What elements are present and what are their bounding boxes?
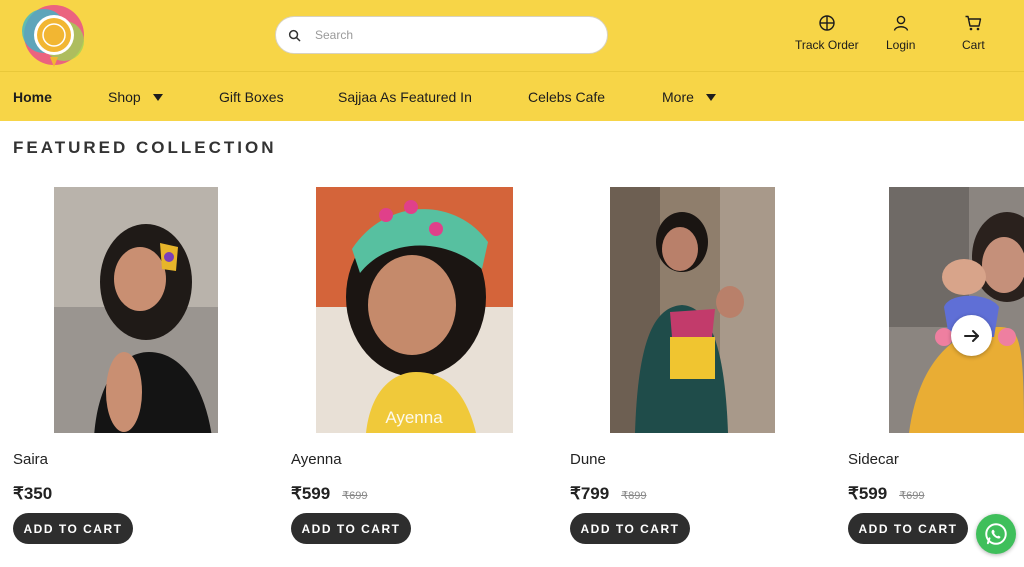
original-price: ₹699	[899, 490, 925, 502]
product-price: ₹599 ₹699	[848, 484, 925, 504]
whatsapp-icon	[985, 523, 1007, 545]
search-icon	[288, 29, 301, 41]
shopping-cart-icon	[965, 15, 982, 31]
current-price: ₹599	[848, 484, 888, 503]
caret-down-icon	[152, 93, 163, 101]
product-price: ₹599 ₹699	[291, 484, 368, 504]
current-price: ₹599	[291, 484, 331, 503]
search-bar[interactable]	[275, 16, 608, 54]
carousel-next-button[interactable]	[951, 315, 992, 356]
login-button[interactable]: Login	[886, 14, 915, 52]
add-to-cart-button[interactable]: ADD TO CART	[570, 513, 690, 544]
image-caption: Ayenna	[385, 408, 443, 427]
product-price: ₹799 ₹899	[570, 484, 647, 504]
product-image-saira[interactable]	[54, 187, 218, 433]
product-name[interactable]: Dune	[570, 451, 606, 468]
login-label: Login	[886, 38, 916, 52]
product-name[interactable]: Saira	[13, 451, 48, 468]
caret-down-icon	[705, 93, 716, 101]
product-price: ₹350	[13, 484, 52, 504]
nav-item-featured-in[interactable]: Sajjaa As Featured In	[338, 89, 472, 105]
nav-item-label: Home	[13, 89, 52, 105]
add-to-cart-button[interactable]: ADD TO CART	[848, 513, 968, 544]
nav-item-more[interactable]: More	[662, 89, 716, 105]
brand-logo-icon[interactable]	[18, 3, 90, 69]
whatsapp-chat-button[interactable]	[976, 514, 1016, 554]
original-price: ₹899	[621, 490, 647, 502]
crosshair-icon	[819, 15, 835, 31]
track-order-button[interactable]: Track Order	[795, 14, 859, 52]
cart-button[interactable]: Cart	[962, 14, 985, 52]
add-to-cart-button[interactable]: ADD TO CART	[291, 513, 411, 544]
original-price: ₹699	[342, 490, 368, 502]
product-image-sidecar[interactable]	[889, 187, 1024, 433]
nav-item-label: Gift Boxes	[219, 89, 284, 105]
section-title: FEATURED COLLECTION	[13, 138, 277, 157]
arrow-right-icon	[963, 329, 979, 342]
nav-item-label: Sajjaa As Featured In	[338, 89, 472, 105]
nav-item-gift-boxes[interactable]: Gift Boxes	[219, 89, 284, 105]
product-image-dune[interactable]	[610, 187, 775, 433]
user-icon	[893, 15, 908, 31]
add-to-cart-button[interactable]: ADD TO CART	[13, 513, 133, 544]
product-image-ayenna[interactable]: Ayenna	[316, 187, 513, 433]
nav-item-shop[interactable]: Shop	[108, 89, 163, 105]
nav-item-label: Celebs Cafe	[528, 89, 606, 105]
product-name[interactable]: Ayenna	[291, 451, 342, 468]
nav-item-label: Shop	[108, 89, 141, 105]
nav-item-label: More	[662, 89, 694, 105]
track-order-label: Track Order	[795, 38, 859, 52]
main-navigation: Home Shop Gift Boxes Sajjaa As Featured …	[0, 71, 1024, 121]
current-price: ₹799	[570, 484, 610, 503]
site-header: Track Order Login Cart	[0, 0, 1024, 71]
nav-item-celebs-cafe[interactable]: Celebs Cafe	[528, 89, 605, 105]
nav-item-home[interactable]: Home	[13, 89, 52, 105]
product-name[interactable]: Sidecar	[848, 451, 899, 468]
search-input[interactable]	[315, 28, 575, 42]
current-price: ₹350	[13, 484, 53, 503]
cart-label: Cart	[962, 38, 985, 52]
